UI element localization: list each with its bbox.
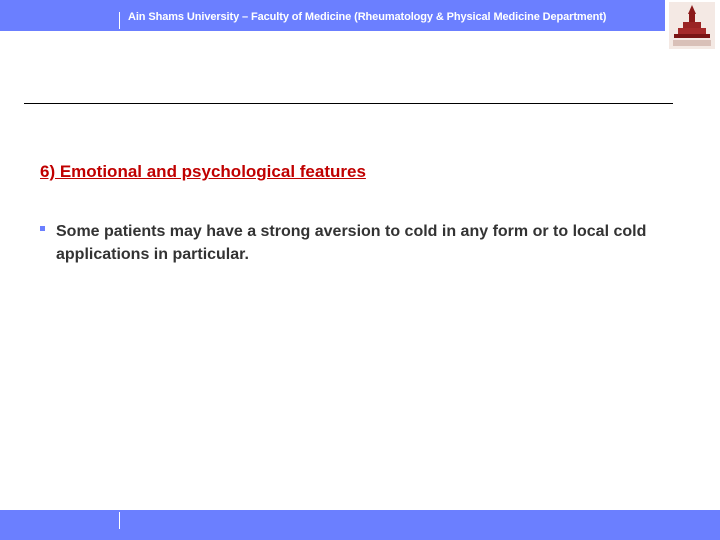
header-bar: Ain Shams University – Faculty of Medici… bbox=[0, 0, 720, 49]
square-bullet-icon bbox=[40, 226, 45, 231]
footer-bar bbox=[0, 510, 720, 540]
header-title: Ain Shams University – Faculty of Medici… bbox=[128, 11, 607, 23]
university-logo-icon bbox=[669, 2, 715, 49]
list-item: Some patients may have a strong aversion… bbox=[40, 220, 690, 266]
header-separator bbox=[119, 12, 120, 29]
bullet-list: Some patients may have a strong aversion… bbox=[40, 220, 690, 266]
section-title: 6) Emotional and psychological features bbox=[40, 162, 366, 181]
footer-separator bbox=[119, 512, 120, 529]
title-divider bbox=[24, 103, 673, 104]
bullet-text: Some patients may have a strong aversion… bbox=[56, 223, 647, 263]
